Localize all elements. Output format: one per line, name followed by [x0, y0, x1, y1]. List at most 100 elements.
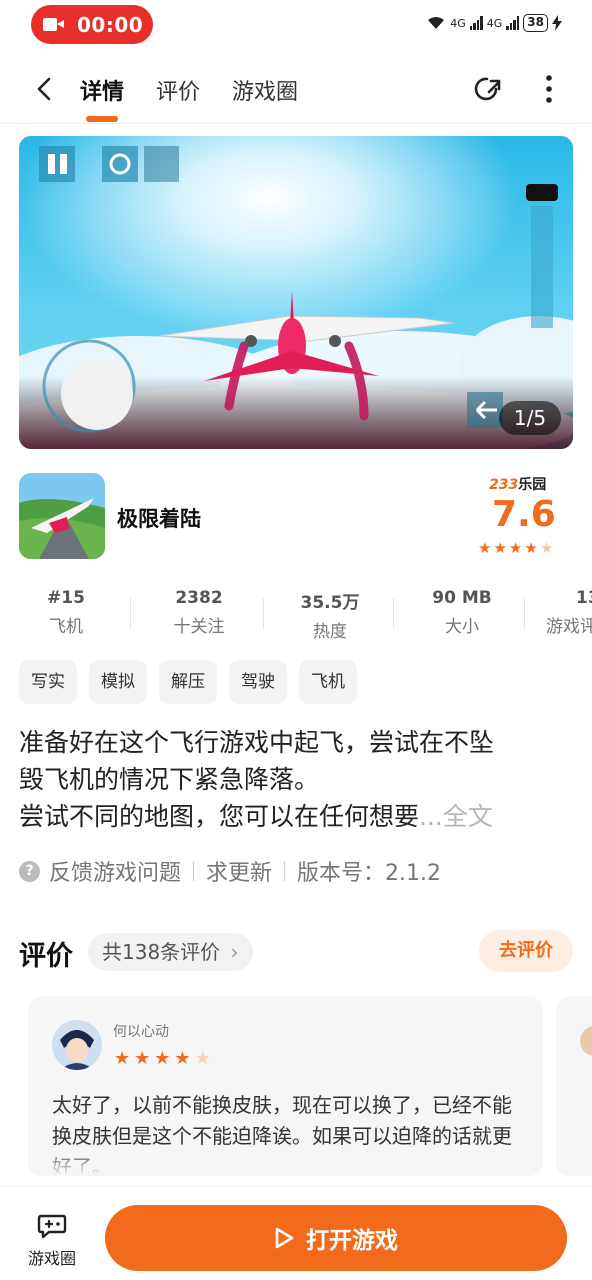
version-number: 版本号：2.1.2	[297, 861, 442, 886]
star-icon: ★	[134, 1048, 151, 1069]
stat-label: 十关注	[173, 617, 225, 637]
description-ellipsis: ...	[419, 802, 443, 831]
star-icon: ★	[478, 539, 492, 557]
gamepad-icon	[37, 1214, 67, 1239]
star-icon: ★	[114, 1048, 131, 1069]
stat-label: 飞机	[49, 617, 83, 637]
stat-value: 2382	[175, 588, 223, 608]
signal-icon	[506, 16, 520, 30]
stat-value: 90 MB	[432, 588, 492, 608]
bottom-action-bar: 游戏圈 打开游戏	[0, 1186, 592, 1280]
screenshot-carousel[interactable]: 1/5	[19, 136, 573, 449]
tag-list: 写实 模拟 解压 驾驶 飞机	[19, 660, 357, 704]
stat-size: 90 MB 大小	[424, 588, 500, 637]
signal-icon	[469, 16, 483, 30]
game-description: 准备好在这个飞行游戏中起飞，尝试在不坠 毁飞机的情况下紧急降落。 尝试不同的地图…	[19, 724, 579, 835]
star-icon: ★	[174, 1048, 191, 1069]
active-tab-indicator	[86, 116, 118, 122]
review-card[interactable]: 何以心动 ★ ★ ★ ★ ★ 太好了，以前不能换皮肤，现在可以换了，已经不能换皮…	[28, 996, 543, 1176]
tab-game-circle[interactable]: 游戏圈	[232, 74, 298, 106]
reviewer-name: 何以心动	[113, 1024, 169, 1040]
stat-value: 35.5万	[300, 593, 360, 613]
battery-indicator: 38	[523, 14, 548, 32]
star-icon: ★	[493, 539, 507, 557]
report-issue-link[interactable]: 反馈游戏问题	[49, 855, 181, 887]
feedback-row: ? 反馈游戏问题 求更新 版本号：2.1.2	[19, 855, 441, 887]
stat-heat: 35.5万 热度	[292, 588, 368, 642]
stat-label: 大小	[445, 617, 479, 637]
tag-item[interactable]: 模拟	[89, 660, 147, 704]
tag-item[interactable]: 驾驶	[229, 660, 287, 704]
tag-item[interactable]: 解压	[159, 660, 217, 704]
top-navigation: 详情 评价 游戏圈	[0, 60, 592, 124]
divider	[130, 598, 131, 628]
open-game-button[interactable]: 打开游戏	[105, 1205, 567, 1271]
divider	[193, 861, 195, 881]
score-brand-text: 乐园	[518, 477, 547, 493]
tag-item[interactable]: 飞机	[299, 660, 357, 704]
review-card-next[interactable]	[556, 996, 592, 1176]
game-circle-label: 游戏圈	[27, 1249, 76, 1268]
stats-row: #15 飞机 2382 十关注 35.5万 热度 90 MB 大小 13 游戏评	[0, 588, 592, 642]
stat-label: 游戏评	[546, 617, 592, 637]
reviews-title: 评价	[19, 941, 73, 972]
description-line: 尝试不同的地图，您可以在任何想要...全文	[19, 798, 579, 835]
question-icon: ?	[19, 860, 40, 882]
stat-rank[interactable]: #15 飞机	[40, 588, 92, 637]
star-icon: ★	[194, 1048, 211, 1069]
stat-label: 热度	[313, 622, 347, 642]
network-type-2: 4G	[486, 16, 503, 30]
score-brand-number: 233	[489, 477, 519, 493]
chevron-right-icon: ›	[230, 940, 239, 964]
tag-item[interactable]: 写实	[19, 660, 77, 704]
stat-follow[interactable]: 2382 十关注	[163, 588, 235, 637]
star-icon: ★	[508, 539, 523, 557]
star-icon: ★	[524, 539, 538, 557]
video-camera-icon	[43, 17, 65, 32]
stat-game-reviews[interactable]: 13 游戏评	[546, 588, 592, 637]
description-line: 毁飞机的情况下紧急降落。	[19, 765, 320, 794]
play-icon	[275, 1227, 294, 1249]
network-type-1: 4G	[450, 16, 466, 30]
divider	[524, 598, 525, 628]
score-brand: 233乐园	[489, 474, 546, 494]
share-icon[interactable]	[470, 72, 504, 106]
app-score: 7.6	[492, 494, 556, 535]
game-screenshot	[19, 136, 573, 449]
status-bar: 00:00 4G 4G 38	[0, 0, 592, 50]
app-name: 极限着陆	[117, 507, 201, 531]
system-icons: 4G 4G 38	[426, 14, 562, 32]
game-circle-button[interactable]: 游戏圈	[18, 1213, 86, 1269]
divider	[263, 598, 264, 628]
app-icon	[19, 473, 105, 559]
reviews-count: 共138条评价	[102, 940, 221, 964]
back-arrow-icon[interactable]	[32, 76, 58, 102]
charging-icon	[552, 15, 562, 31]
review-star-rating: ★ ★ ★ ★ ★	[114, 1048, 211, 1069]
star-icon: ★	[154, 1048, 171, 1069]
more-options-icon[interactable]	[532, 72, 566, 106]
star-icon: ★	[539, 539, 554, 557]
divider	[284, 861, 286, 881]
read-more-link[interactable]: 全文	[443, 802, 493, 831]
screen-record-indicator[interactable]: 00:00	[31, 5, 153, 44]
fade-overlay	[28, 1146, 543, 1176]
media-page-counter: 1/5	[499, 401, 561, 435]
description-text: 尝试不同的地图，您可以在任何想要	[19, 802, 420, 831]
stat-value: 13	[576, 588, 592, 608]
stat-value: #15	[47, 588, 85, 608]
write-review-button[interactable]: 去评价	[479, 930, 573, 972]
tab-reviews[interactable]: 评价	[156, 74, 200, 106]
app-star-rating: ★ ★ ★ ★ ★	[478, 539, 553, 557]
reviews-count-button[interactable]: 共138条评价 ›	[88, 933, 253, 971]
description-line: 准备好在这个飞行游戏中起飞，尝试在不坠	[19, 728, 495, 757]
avatar[interactable]	[52, 1020, 102, 1070]
request-update-link[interactable]: 求更新	[206, 855, 272, 887]
wifi-icon	[428, 17, 445, 29]
tab-details[interactable]: 详情	[80, 74, 124, 106]
divider	[393, 598, 394, 628]
avatar	[580, 1026, 592, 1056]
record-time: 00:00	[77, 12, 144, 37]
open-game-label: 打开游戏	[306, 1228, 398, 1254]
app-detail-page: 00:00 4G 4G 38 详情 评价 游戏圈 1/5 极限着陆 233乐园 …	[0, 0, 592, 1280]
